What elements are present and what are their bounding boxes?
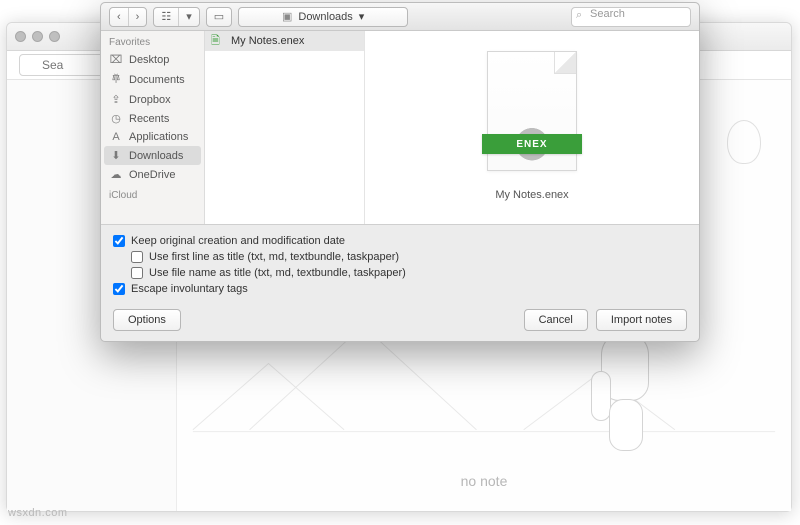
folder-action-button[interactable]: ▭	[206, 7, 232, 27]
opt-label: Escape involuntary tags	[131, 283, 248, 295]
file-row[interactable]: 🗎 My Notes.enex	[205, 31, 364, 51]
path-label: Downloads	[298, 11, 352, 23]
options-button[interactable]: Options	[113, 309, 181, 331]
enex-badge: ENEX	[482, 134, 582, 154]
nav-forward-icon[interactable]: ›	[129, 8, 147, 26]
sidebar-header-icloud: iCloud	[101, 184, 204, 203]
downloads-icon: ⬇	[109, 149, 123, 162]
sidebar-item-documents[interactable]: 𐄷 Documents	[101, 69, 204, 90]
sidebar-item-applications[interactable]: A Applications	[101, 128, 204, 146]
chevron-down-icon: ▾	[179, 8, 199, 26]
opt-keep-dates-checkbox[interactable]	[113, 235, 125, 247]
opt-escape-tags-checkbox[interactable]	[113, 283, 125, 295]
cancel-button[interactable]: Cancel	[524, 309, 588, 331]
minimize-traffic-light[interactable]	[32, 31, 43, 42]
sidebar-item-label: Desktop	[129, 54, 169, 66]
opt-filename-title-checkbox[interactable]	[131, 267, 143, 279]
documents-icon: 𐄷	[109, 72, 123, 87]
opt-label: Use file name as title (txt, md, textbun…	[149, 267, 406, 279]
preview-file-name: My Notes.enex	[495, 189, 568, 201]
file-column: 🗎 My Notes.enex	[205, 31, 365, 224]
sidebar-item-label: OneDrive	[129, 169, 175, 181]
desktop-icon: ⌧	[109, 53, 123, 66]
enex-file-icon: 🗎	[211, 32, 225, 51]
path-popup[interactable]: ▣ Downloads ▾	[238, 7, 408, 27]
sidebar-item-onedrive[interactable]: ☁ OneDrive	[101, 165, 204, 184]
watermark: wsxdn.com	[8, 507, 68, 519]
nav-back-forward[interactable]: ‹ ›	[109, 7, 147, 27]
view-mode-seg[interactable]: ☷ ▾	[153, 7, 199, 27]
view-mode-icon: ☷	[154, 8, 179, 26]
balloon-illustration	[727, 120, 761, 164]
sidebar-header-favorites: Favorites	[101, 31, 204, 50]
import-options: Keep original creation and modification …	[101, 224, 699, 301]
sheet-toolbar: ‹ › ☷ ▾ ▭ ▣ Downloads ▾ Search	[101, 3, 699, 31]
sidebar-item-downloads[interactable]: ⬇ Downloads	[104, 146, 201, 165]
sidebar-item-label: Applications	[129, 131, 188, 143]
opt-label: Use first line as title (txt, md, textbu…	[149, 251, 399, 263]
file-thumbnail: ENEX	[487, 51, 577, 171]
page-fold-icon	[554, 52, 576, 74]
file-name: My Notes.enex	[231, 35, 304, 47]
sidebar-item-label: Documents	[129, 74, 185, 86]
opt-first-line-title-checkbox[interactable]	[131, 251, 143, 263]
chevron-down-icon: ▾	[359, 10, 365, 23]
opt-label: Keep original creation and modification …	[131, 235, 345, 247]
zoom-traffic-light[interactable]	[49, 31, 60, 42]
cloud-icon: ☁	[109, 168, 123, 181]
bear-character-illustration	[591, 331, 661, 451]
sidebar-item-label: Downloads	[129, 150, 183, 162]
sidebar-item-label: Recents	[129, 113, 169, 125]
nav-back-icon[interactable]: ‹	[110, 8, 129, 26]
sheet-sidebar: Favorites ⌧ Desktop 𐄷 Documents ⇪ Dropbox ◷…	[101, 31, 205, 224]
folder-icon: ▭	[207, 8, 231, 26]
file-preview: ENEX My Notes.enex	[365, 31, 699, 224]
dropbox-icon: ⇪	[109, 93, 123, 106]
sidebar-item-desktop[interactable]: ⌧ Desktop	[101, 50, 204, 69]
sheet-search-input[interactable]: Search	[571, 7, 691, 27]
import-sheet: ‹ › ☷ ▾ ▭ ▣ Downloads ▾ Search Favorites…	[100, 2, 700, 342]
import-notes-button[interactable]: Import notes	[596, 309, 687, 331]
sheet-button-bar: Options Cancel Import notes	[101, 301, 699, 341]
empty-state-label: no note	[177, 473, 791, 489]
close-traffic-light[interactable]	[15, 31, 26, 42]
folder-icon: ▣	[282, 10, 292, 23]
sidebar-item-recents[interactable]: ◷ Recents	[101, 109, 204, 128]
sidebar-item-label: Dropbox	[129, 94, 171, 106]
applications-icon: A	[109, 131, 123, 143]
sidebar-item-dropbox[interactable]: ⇪ Dropbox	[101, 90, 204, 109]
recents-icon: ◷	[109, 112, 123, 125]
